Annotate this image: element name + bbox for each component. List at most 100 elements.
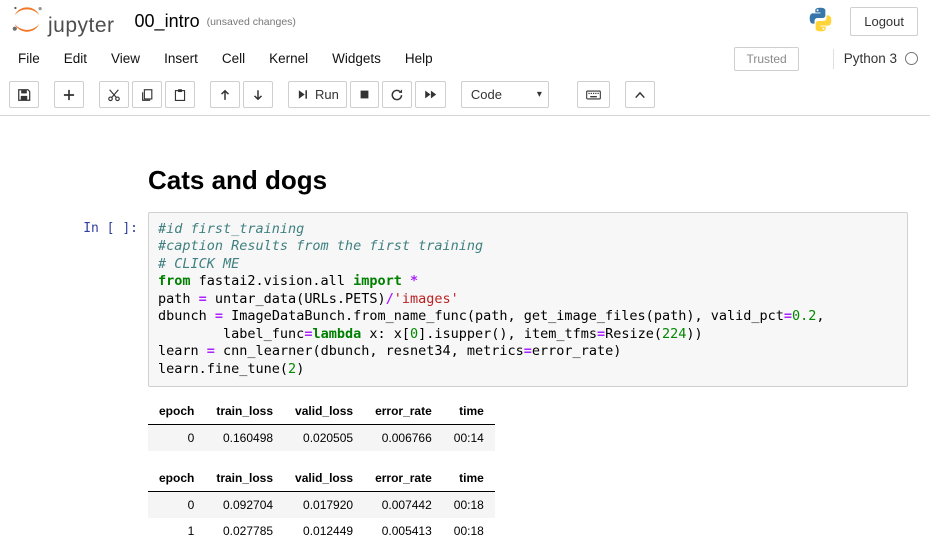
menu-item-cell[interactable]: Cell	[210, 45, 257, 72]
notebook-title[interactable]: 00_intro	[135, 12, 200, 31]
table-cell: 0	[148, 492, 205, 519]
code-line: learn = cnn_learner(dbunch, resnet34, me…	[158, 343, 898, 361]
cell-type-select[interactable]: Code ▾	[461, 81, 549, 108]
menu-item-view[interactable]: View	[99, 45, 152, 72]
notebook-area: Cats and dogs In [ ]: #id first_training…	[0, 116, 930, 544]
table-cell: 00:18	[443, 518, 495, 544]
move-cell-up-button[interactable]	[210, 81, 240, 108]
table-header-cell: epoch	[148, 399, 205, 425]
table-cell: 0.012449	[284, 518, 364, 544]
restart-run-all-button[interactable]	[415, 81, 446, 108]
table-row: 00.0927040.0179200.00744200:18	[148, 492, 495, 519]
table-cell: 0.020505	[284, 425, 364, 452]
table-cell: 0.006766	[364, 425, 443, 452]
chevron-down-icon: ▾	[537, 89, 542, 100]
toolbar: Run Code ▾	[0, 75, 930, 116]
move-cell-down-button[interactable]	[243, 81, 273, 108]
menu-bar: FileEditViewInsertCellKernelWidgetsHelp …	[0, 42, 930, 75]
run-icon	[296, 88, 309, 101]
kernel-separator	[833, 49, 834, 69]
paste-icon	[173, 88, 187, 102]
table-cell: 1	[148, 518, 205, 544]
menu-item-help[interactable]: Help	[393, 45, 445, 72]
plus-icon	[62, 88, 76, 102]
code-line: dbunch = ImageDataBunch.from_name_func(p…	[158, 308, 898, 326]
code-line: #id first_training	[158, 221, 898, 239]
menu-item-widgets[interactable]: Widgets	[320, 45, 393, 72]
copy-icon	[140, 88, 154, 102]
table-header-cell: epoch	[148, 466, 205, 492]
kernel-indicator: Python 3	[833, 49, 918, 69]
code-line: label_func=lambda x: x[0].isupper(), ite…	[158, 326, 898, 344]
table-header-cell: error_rate	[364, 399, 443, 425]
table-header-cell: train_loss	[205, 466, 284, 492]
fast-forward-icon	[423, 88, 438, 101]
kernel-name: Python 3	[844, 51, 897, 66]
code-line: #caption Results from the first training	[158, 238, 898, 256]
table-header-cell: error_rate	[364, 466, 443, 492]
command-palette-button[interactable]	[577, 81, 610, 108]
code-line: from fastai2.vision.all import *	[158, 273, 898, 291]
paste-cell-button[interactable]	[165, 81, 195, 108]
autosave-status: (unsaved changes)	[207, 16, 296, 28]
table-header-cell: time	[443, 466, 495, 492]
markdown-cell-prompt	[0, 166, 148, 175]
logout-button[interactable]: Logout	[850, 7, 918, 36]
menu-item-file[interactable]: File	[6, 45, 52, 72]
table-cell: 00:14	[443, 425, 495, 452]
table-cell: 0.027785	[205, 518, 284, 544]
table-cell: 0.007442	[364, 492, 443, 519]
run-button[interactable]: Run	[288, 81, 347, 108]
stop-button[interactable]	[350, 81, 379, 108]
jupyter-logo[interactable]: jupyter	[10, 5, 115, 38]
arrow-up-icon	[218, 88, 232, 102]
add-cell-button[interactable]	[54, 81, 84, 108]
table-header-cell: valid_loss	[284, 466, 364, 492]
table-cell: 00:18	[443, 492, 495, 519]
code-line: # CLICK ME	[158, 256, 898, 274]
cell-type-value: Code	[471, 87, 502, 102]
table-row: 10.0277850.0124490.00541300:18	[148, 518, 495, 544]
menu-items: FileEditViewInsertCellKernelWidgetsHelp	[6, 45, 445, 72]
restart-kernel-button[interactable]	[382, 81, 412, 108]
save-button[interactable]	[9, 81, 39, 108]
training-table: epochtrain_lossvalid_losserror_ratetime0…	[148, 466, 495, 544]
table-header-cell: valid_loss	[284, 399, 364, 425]
markdown-heading: Cats and dogs	[148, 166, 908, 196]
trusted-badge[interactable]: Trusted	[734, 47, 798, 71]
table-row: 00.1604980.0205050.00676600:14	[148, 425, 495, 452]
menu-item-edit[interactable]: Edit	[52, 45, 99, 72]
table-cell: 0.160498	[205, 425, 284, 452]
keyboard-icon	[585, 88, 602, 102]
table-cell: 0	[148, 425, 205, 452]
restart-icon	[390, 88, 404, 102]
code-line: learn.fine_tune(2)	[158, 361, 898, 379]
code-cell: In [ ]: #id first_training#caption Resul…	[0, 212, 930, 388]
cut-cell-button[interactable]	[99, 81, 129, 108]
scissors-icon	[107, 88, 121, 102]
code-editor[interactable]: #id first_training#caption Results from …	[148, 212, 908, 388]
header: jupyter 00_intro (unsaved changes) Logou…	[0, 0, 930, 42]
stop-icon	[358, 88, 371, 101]
table-header-cell: train_loss	[205, 399, 284, 425]
floppy-icon	[17, 88, 31, 102]
menu-item-insert[interactable]: Insert	[152, 45, 210, 72]
training-table: epochtrain_lossvalid_losserror_ratetime0…	[148, 399, 495, 451]
table-cell: 0.005413	[364, 518, 443, 544]
python-logo-icon	[807, 6, 834, 38]
arrow-down-icon	[251, 88, 265, 102]
menu-item-kernel[interactable]: Kernel	[257, 45, 320, 72]
chevron-up-icon	[633, 89, 647, 101]
toolbar-collapse-button[interactable]	[625, 81, 655, 108]
run-button-label: Run	[315, 87, 339, 102]
code-cell-prompt: In [ ]:	[0, 212, 148, 236]
markdown-cell[interactable]: Cats and dogs	[0, 166, 930, 196]
cell-outputs: epochtrain_lossvalid_losserror_ratetime0…	[148, 399, 930, 544]
table-header-cell: time	[443, 399, 495, 425]
kernel-idle-icon	[905, 52, 918, 65]
code-line: path = untar_data(URLs.PETS)/'images'	[158, 291, 898, 309]
table-cell: 0.017920	[284, 492, 364, 519]
copy-cell-button[interactable]	[132, 81, 162, 108]
table-cell: 0.092704	[205, 492, 284, 519]
jupyter-logo-icon	[10, 5, 44, 38]
